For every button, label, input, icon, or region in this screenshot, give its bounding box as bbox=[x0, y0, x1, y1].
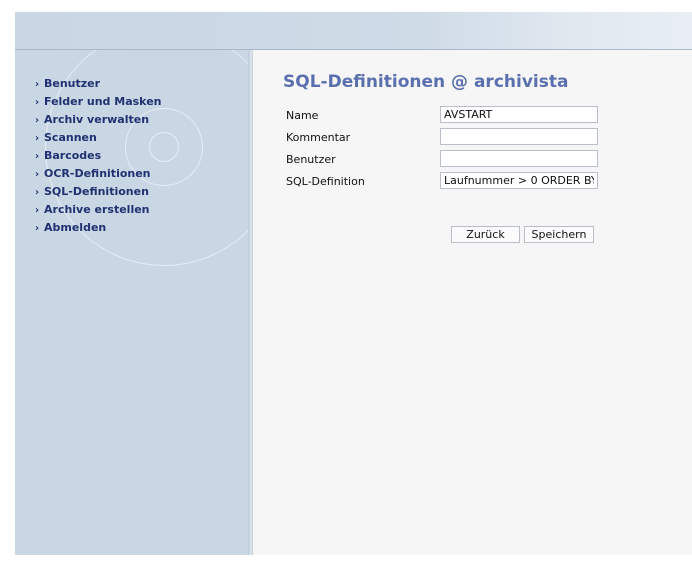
sql-definition-field[interactable] bbox=[440, 172, 598, 189]
name-label: Name bbox=[286, 109, 319, 122]
chevron-right-icon: › bbox=[35, 133, 40, 144]
app-frame: › Benutzer › Felder und Masken › Archiv ver… bbox=[15, 12, 692, 555]
sidebar-item-label: Felder und Masken bbox=[44, 95, 162, 108]
sidebar-item-sql-definitionen[interactable]: › SQL-Definitionen bbox=[35, 184, 161, 202]
sidebar-item-label: SQL-Definitionen bbox=[44, 185, 149, 198]
chevron-right-icon: › bbox=[35, 169, 40, 180]
sidebar-item-label: Archiv verwalten bbox=[44, 113, 150, 126]
sidebar-item-label: Barcodes bbox=[44, 149, 102, 162]
sidebar-item-label: OCR-Definitionen bbox=[44, 167, 151, 180]
comment-label: Kommentar bbox=[286, 131, 351, 144]
user-field[interactable] bbox=[440, 150, 598, 167]
sidebar-item-felder-und-masken[interactable]: › Felder und Masken bbox=[35, 94, 161, 112]
sidebar-item-ocr-definitionen[interactable]: › OCR-Definitionen bbox=[35, 166, 161, 184]
sidebar-item-archive-erstellen[interactable]: › Archive erstellen bbox=[35, 202, 161, 220]
chevron-right-icon: › bbox=[35, 97, 40, 108]
chevron-right-icon: › bbox=[35, 187, 40, 198]
chevron-right-icon: › bbox=[35, 205, 40, 216]
sidebar-item-label: Archive erstellen bbox=[44, 203, 150, 216]
sidebar-item-archiv-verwalten[interactable]: › Archiv verwalten bbox=[35, 112, 161, 130]
main-content: SQL-Definitionen @ archivista Name Komme… bbox=[253, 50, 692, 555]
user-label: Benutzer bbox=[286, 153, 336, 166]
page-title: SQL-Definitionen @ archivista bbox=[283, 72, 569, 92]
sql-definition-label: SQL-Definition bbox=[286, 175, 365, 188]
sidebar-item-scannen[interactable]: › Scannen bbox=[35, 130, 161, 148]
chevron-right-icon: › bbox=[35, 223, 40, 234]
chevron-right-icon: › bbox=[35, 151, 40, 162]
save-button[interactable]: Speichern bbox=[524, 226, 594, 243]
back-button[interactable]: Zurück bbox=[451, 226, 520, 243]
chevron-right-icon: › bbox=[35, 115, 40, 126]
header-band bbox=[15, 12, 692, 50]
name-field[interactable] bbox=[440, 106, 598, 123]
sidebar-item-label: Scannen bbox=[44, 131, 97, 144]
sidebar: › Benutzer › Felder und Masken › Archiv ver… bbox=[15, 50, 248, 555]
sidebar-item-label: Benutzer bbox=[44, 77, 101, 90]
sidebar-item-barcodes[interactable]: › Barcodes bbox=[35, 148, 161, 166]
sidebar-item-label: Abmelden bbox=[44, 221, 107, 234]
sidebar-item-abmelden[interactable]: › Abmelden bbox=[35, 220, 161, 238]
sidebar-nav: › Benutzer › Felder und Masken › Archiv ver… bbox=[35, 76, 161, 238]
chevron-right-icon: › bbox=[35, 79, 40, 90]
comment-field[interactable] bbox=[440, 128, 598, 145]
sidebar-item-benutzer[interactable]: › Benutzer bbox=[35, 76, 161, 94]
